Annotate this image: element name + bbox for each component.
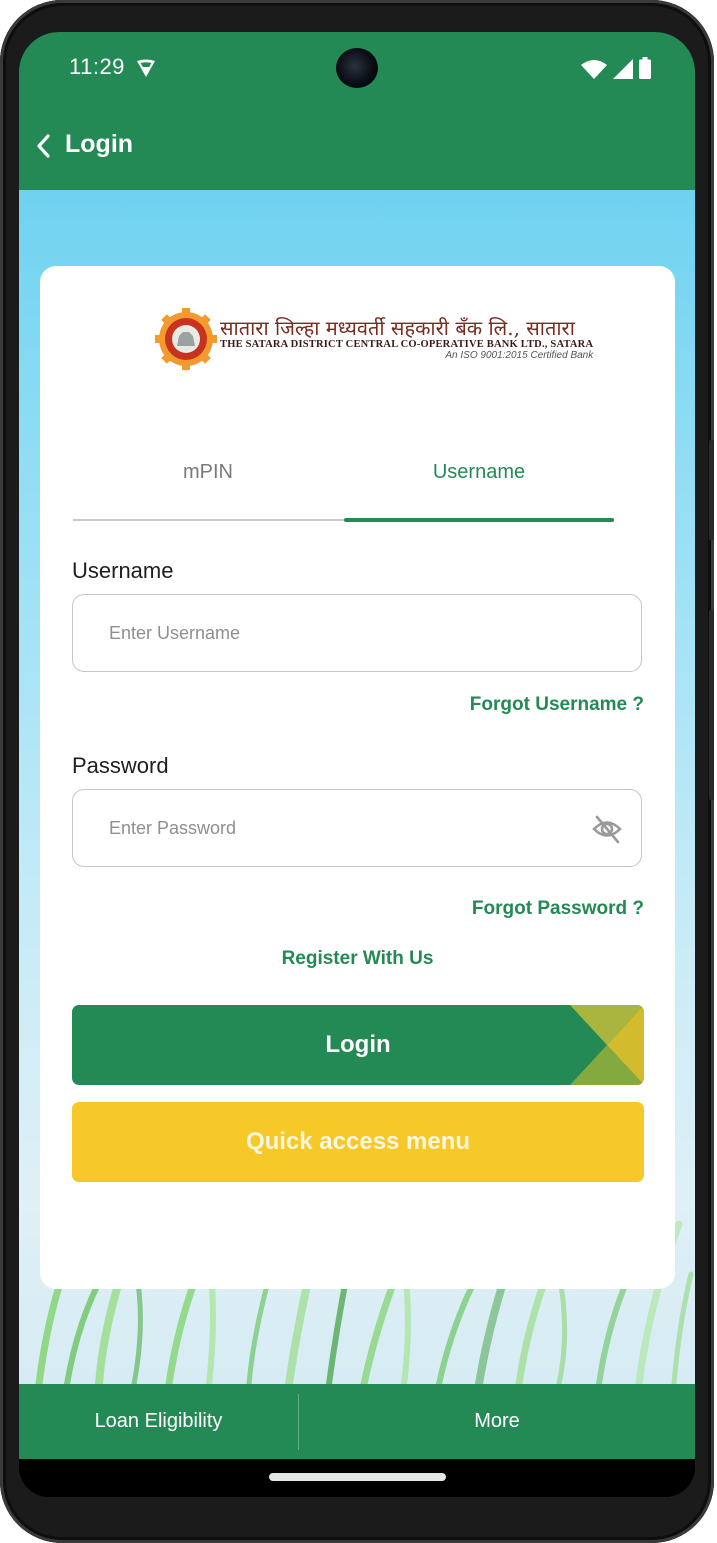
signal-icon (613, 59, 633, 79)
bank-name-english: THE SATARA DISTRICT CENTRAL CO-OPERATIVE… (220, 339, 594, 350)
front-camera (336, 48, 378, 88)
password-label: Password (72, 753, 169, 778)
bank-name-marathi: सातारा जिल्हा मध्यवर्ती सहकारी बँक लि., … (220, 316, 575, 340)
tab-mpin[interactable]: mPIN (73, 436, 343, 520)
screen: 11:29 Login सातारा जिल्हा मध्यवर्ती सहका… (19, 32, 695, 1497)
bank-logo: सातारा जिल्हा मध्यवर्ती सहकारी बँक लि., … (155, 308, 593, 370)
status-icons (581, 57, 651, 79)
login-card: सातारा जिल्हा मध्यवर्ती सहकारी बँक लि., … (40, 266, 675, 1289)
username-label: Username (72, 558, 174, 583)
nav-loan-eligibility[interactable]: Loan Eligibility (19, 1384, 298, 1459)
battery-icon (639, 57, 651, 79)
system-gesture-area (19, 1459, 695, 1497)
bank-emblem-icon (155, 308, 217, 370)
home-gesture-bar[interactable] (269, 1473, 446, 1481)
bottom-nav: Loan Eligibility More (19, 1384, 695, 1459)
bank-certification: An ISO 9001:2015 Certified Bank (445, 350, 594, 361)
app-bar: 11:29 Login (19, 32, 695, 190)
forgot-username-link[interactable]: Forgot Username ? (470, 694, 644, 716)
chevron-left-icon[interactable] (33, 130, 55, 162)
volume-button (709, 610, 714, 800)
login-button-decoration (570, 1005, 644, 1085)
login-button[interactable]: Login (72, 1005, 644, 1085)
power-button (709, 440, 714, 540)
register-link[interactable]: Register With Us (40, 948, 675, 970)
login-method-tabs: mPIN Username (73, 436, 614, 526)
tab-active-indicator (344, 518, 614, 522)
vpn-shield-icon (137, 59, 155, 77)
eye-off-icon[interactable] (591, 814, 623, 844)
login-button-label: Login (325, 1031, 391, 1058)
phone-frame: 11:29 Login सातारा जिल्हा मध्यवर्ती सहका… (0, 0, 714, 1543)
password-input[interactable] (107, 790, 581, 867)
nav-more[interactable]: More (299, 1384, 695, 1459)
username-field (72, 594, 642, 672)
quick-access-menu-button[interactable]: Quick access menu (72, 1102, 644, 1182)
forgot-password-link[interactable]: Forgot Password ? (472, 898, 644, 920)
page-title: Login (65, 130, 134, 158)
tab-username[interactable]: Username (344, 436, 614, 520)
wifi-icon (581, 60, 607, 79)
content-area: सातारा जिल्हा मध्यवर्ती सहकारी बँक लि., … (19, 190, 695, 1384)
password-field (72, 789, 642, 867)
username-input[interactable] (107, 595, 581, 672)
status-time: 11:29 (69, 54, 125, 79)
